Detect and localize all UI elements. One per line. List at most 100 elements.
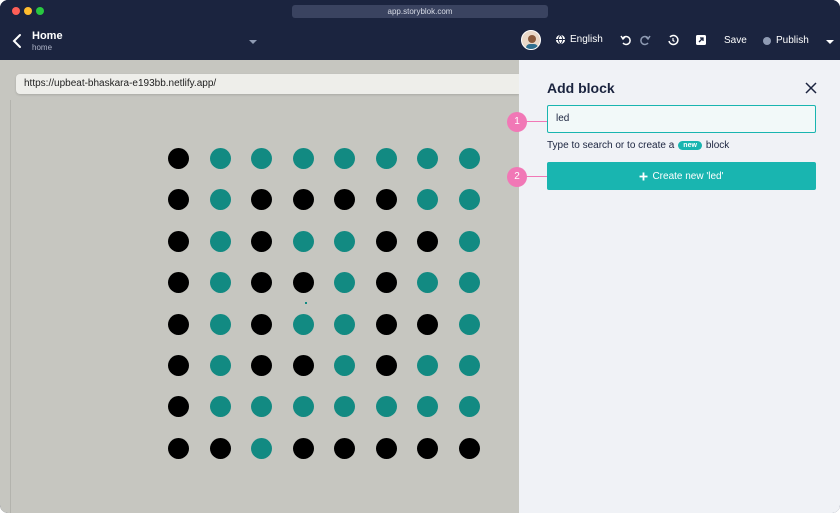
led-r3-c1[interactable]	[210, 272, 231, 293]
led-r6-c1[interactable]	[210, 396, 231, 417]
callout-connector-1	[526, 121, 547, 122]
led-r7-c0[interactable]	[168, 438, 189, 459]
callout-badge-1: 1	[507, 112, 527, 132]
led-r1-c1[interactable]	[210, 189, 231, 210]
led-r0-c4[interactable]	[334, 148, 355, 169]
minimize-window-button[interactable]	[24, 7, 32, 15]
led-r2-c6[interactable]	[417, 231, 438, 252]
led-r3-c2[interactable]	[251, 272, 272, 293]
plus-icon	[639, 172, 648, 180]
led-r0-c5[interactable]	[376, 148, 397, 169]
led-r5-c4[interactable]	[334, 355, 355, 376]
led-r4-c6[interactable]	[417, 314, 438, 335]
language-label: English	[570, 34, 603, 45]
user-avatar-icon	[526, 35, 538, 49]
led-r1-c7[interactable]	[459, 189, 480, 210]
publish-button[interactable]: Publish	[763, 35, 809, 46]
hint-text-start: Type to search or to create a	[547, 140, 675, 151]
led-r7-c4[interactable]	[334, 438, 355, 459]
led-r5-c3[interactable]	[293, 355, 314, 376]
led-r5-c6[interactable]	[417, 355, 438, 376]
chevron-down-icon[interactable]	[248, 38, 258, 46]
led-r5-c2[interactable]	[251, 355, 272, 376]
led-r1-c0[interactable]	[168, 189, 189, 210]
led-r2-c5[interactable]	[376, 231, 397, 252]
panel-title: Add block	[547, 80, 615, 96]
led-r4-c7[interactable]	[459, 314, 480, 335]
led-r4-c3[interactable]	[293, 314, 314, 335]
back-arrow-icon[interactable]	[10, 32, 24, 50]
publish-chevron-down-icon[interactable]	[826, 39, 834, 45]
led-r4-c0[interactable]	[168, 314, 189, 335]
save-button[interactable]: Save	[724, 35, 747, 46]
title-bar: app.storyblok.com	[0, 0, 840, 22]
led-r4-c2[interactable]	[251, 314, 272, 335]
led-r6-c3[interactable]	[293, 396, 314, 417]
callout-connector-2	[526, 176, 547, 177]
led-r1-c6[interactable]	[417, 189, 438, 210]
led-r3-c0[interactable]	[168, 272, 189, 293]
led-r0-c1[interactable]	[210, 148, 231, 169]
led-r6-c6[interactable]	[417, 396, 438, 417]
language-selector[interactable]: English	[555, 34, 603, 45]
publish-status-icon	[763, 36, 771, 45]
led-r2-c1[interactable]	[210, 231, 231, 252]
led-r3-c3[interactable]	[293, 272, 314, 293]
led-r2-c4[interactable]	[334, 231, 355, 252]
led-r0-c7[interactable]	[459, 148, 480, 169]
led-r7-c5[interactable]	[376, 438, 397, 459]
led-r7-c2[interactable]	[251, 438, 272, 459]
led-r5-c7[interactable]	[459, 355, 480, 376]
led-r7-c6[interactable]	[417, 438, 438, 459]
search-hint: Type to search or to create a new block	[547, 140, 729, 151]
led-r2-c0[interactable]	[168, 231, 189, 252]
led-r7-c3[interactable]	[293, 438, 314, 459]
led-r6-c4[interactable]	[334, 396, 355, 417]
hint-text-end: block	[705, 140, 730, 151]
led-r5-c1[interactable]	[210, 355, 231, 376]
led-r3-c5[interactable]	[376, 272, 397, 293]
led-r7-c1[interactable]	[210, 438, 231, 459]
undo-icon[interactable]	[620, 34, 632, 46]
led-r2-c2[interactable]	[251, 231, 272, 252]
cursor-marker	[305, 302, 307, 304]
open-external-icon[interactable]	[695, 34, 707, 46]
address-bar[interactable]: app.storyblok.com	[292, 5, 548, 18]
led-r3-c7[interactable]	[459, 272, 480, 293]
led-r6-c2[interactable]	[251, 396, 272, 417]
zoom-window-button[interactable]	[36, 7, 44, 15]
led-r0-c0[interactable]	[168, 148, 189, 169]
led-r6-c5[interactable]	[376, 396, 397, 417]
create-block-button[interactable]: Create new 'led'	[547, 162, 816, 190]
led-r0-c2[interactable]	[251, 148, 272, 169]
led-r4-c1[interactable]	[210, 314, 231, 335]
history-icon[interactable]	[667, 34, 679, 46]
led-r1-c3[interactable]	[293, 189, 314, 210]
led-r0-c6[interactable]	[417, 148, 438, 169]
led-r2-c7[interactable]	[459, 231, 480, 252]
led-r3-c6[interactable]	[417, 272, 438, 293]
block-search-input[interactable]: led	[547, 105, 816, 133]
close-window-button[interactable]	[12, 7, 20, 15]
led-r5-c0[interactable]	[168, 355, 189, 376]
redo-icon[interactable]	[639, 34, 651, 46]
led-r1-c4[interactable]	[334, 189, 355, 210]
preview-url-bar[interactable]: https://upbeat-bhaskara-e193bb.netlify.a…	[16, 74, 519, 94]
led-r4-c4[interactable]	[334, 314, 355, 335]
publish-label: Publish	[776, 35, 809, 46]
led-r6-c0[interactable]	[168, 396, 189, 417]
close-icon[interactable]	[805, 82, 817, 94]
callout-badge-2: 2	[507, 167, 527, 187]
led-r5-c5[interactable]	[376, 355, 397, 376]
avatar[interactable]	[521, 30, 541, 50]
led-r1-c5[interactable]	[376, 189, 397, 210]
led-r4-c5[interactable]	[376, 314, 397, 335]
led-r7-c7[interactable]	[459, 438, 480, 459]
led-r3-c4[interactable]	[334, 272, 355, 293]
led-r1-c2[interactable]	[251, 189, 272, 210]
led-r0-c3[interactable]	[293, 148, 314, 169]
story-slug: home	[32, 43, 53, 52]
story-title: Home	[32, 30, 63, 42]
led-r6-c7[interactable]	[459, 396, 480, 417]
led-r2-c3[interactable]	[293, 231, 314, 252]
